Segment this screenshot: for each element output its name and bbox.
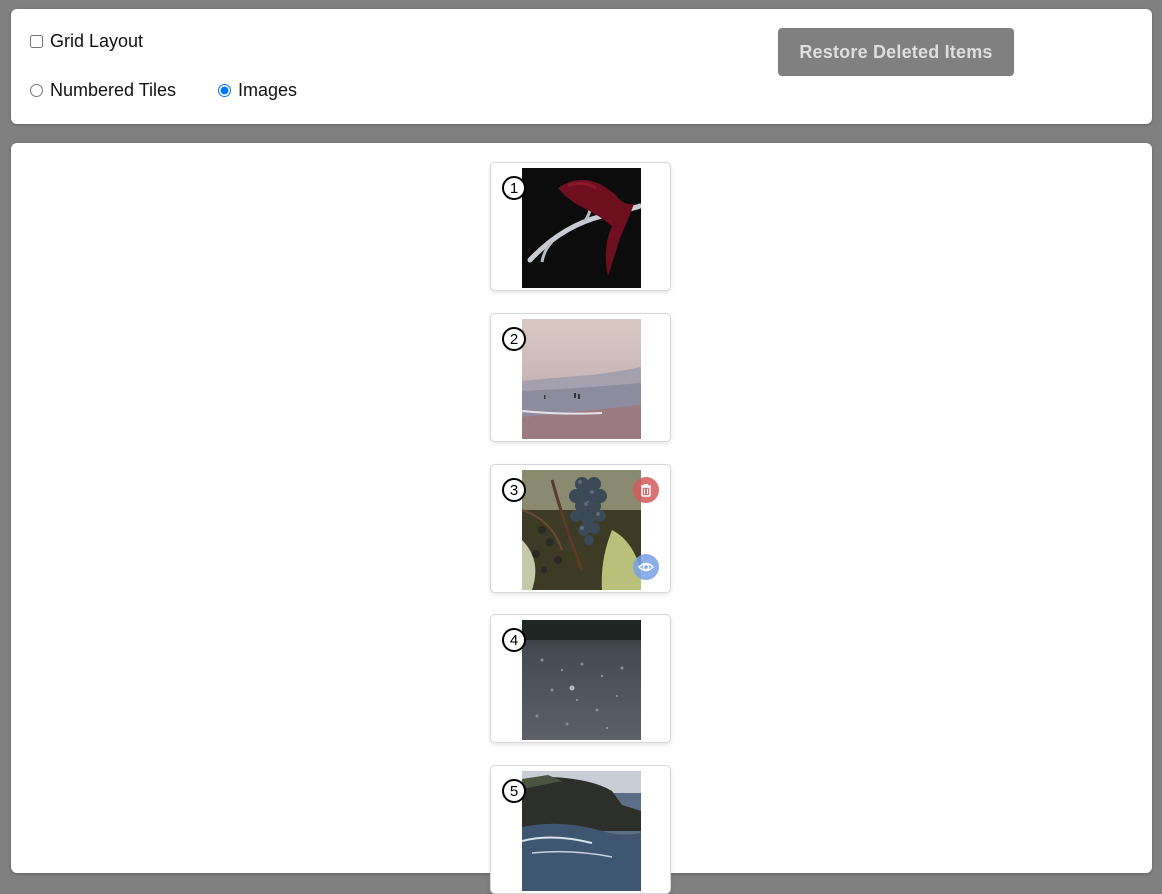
red-ribbon-antler-photo bbox=[522, 168, 641, 288]
grid-layout-checkbox[interactable] bbox=[30, 35, 43, 48]
tile-number-badge: 3 bbox=[502, 478, 526, 502]
tile-number-badge: 1 bbox=[502, 176, 526, 200]
misty-beach-photo bbox=[522, 319, 641, 439]
view-tile-button[interactable] bbox=[633, 554, 659, 580]
numbered-tiles-radio[interactable] bbox=[30, 84, 43, 97]
tile-1[interactable]: 1 bbox=[490, 162, 671, 291]
tile-list-panel: 1 2 3 4 5 bbox=[11, 143, 1152, 894]
grape-cluster-photo bbox=[522, 470, 641, 590]
control-panel: Grid Layout Numbered Tiles Images Restor… bbox=[11, 9, 1152, 124]
rocky-coast-photo bbox=[522, 771, 641, 891]
images-option[interactable]: Images bbox=[218, 80, 297, 101]
images-label: Images bbox=[238, 80, 298, 100]
tile-5[interactable]: 5 bbox=[490, 765, 671, 894]
tile-number-badge: 4 bbox=[502, 628, 526, 652]
tile-4[interactable]: 4 bbox=[490, 614, 671, 743]
eye-icon bbox=[638, 562, 654, 572]
delete-tile-button[interactable] bbox=[633, 477, 659, 503]
numbered-tiles-label: Numbered Tiles bbox=[50, 80, 177, 100]
tile-2[interactable]: 2 bbox=[490, 313, 671, 442]
numbered-tiles-option[interactable]: Numbered Tiles bbox=[30, 80, 176, 101]
grid-layout-option[interactable]: Grid Layout bbox=[30, 31, 143, 52]
tile-number-badge: 2 bbox=[502, 327, 526, 351]
trash-icon bbox=[641, 484, 651, 497]
grid-layout-label: Grid Layout bbox=[50, 31, 144, 51]
tile-3[interactable]: 3 bbox=[490, 464, 671, 593]
tile-number-badge: 5 bbox=[502, 779, 526, 803]
images-radio[interactable] bbox=[218, 84, 231, 97]
dark-textured-surface-photo bbox=[522, 620, 641, 740]
restore-deleted-items-button[interactable]: Restore Deleted Items bbox=[778, 28, 1014, 76]
